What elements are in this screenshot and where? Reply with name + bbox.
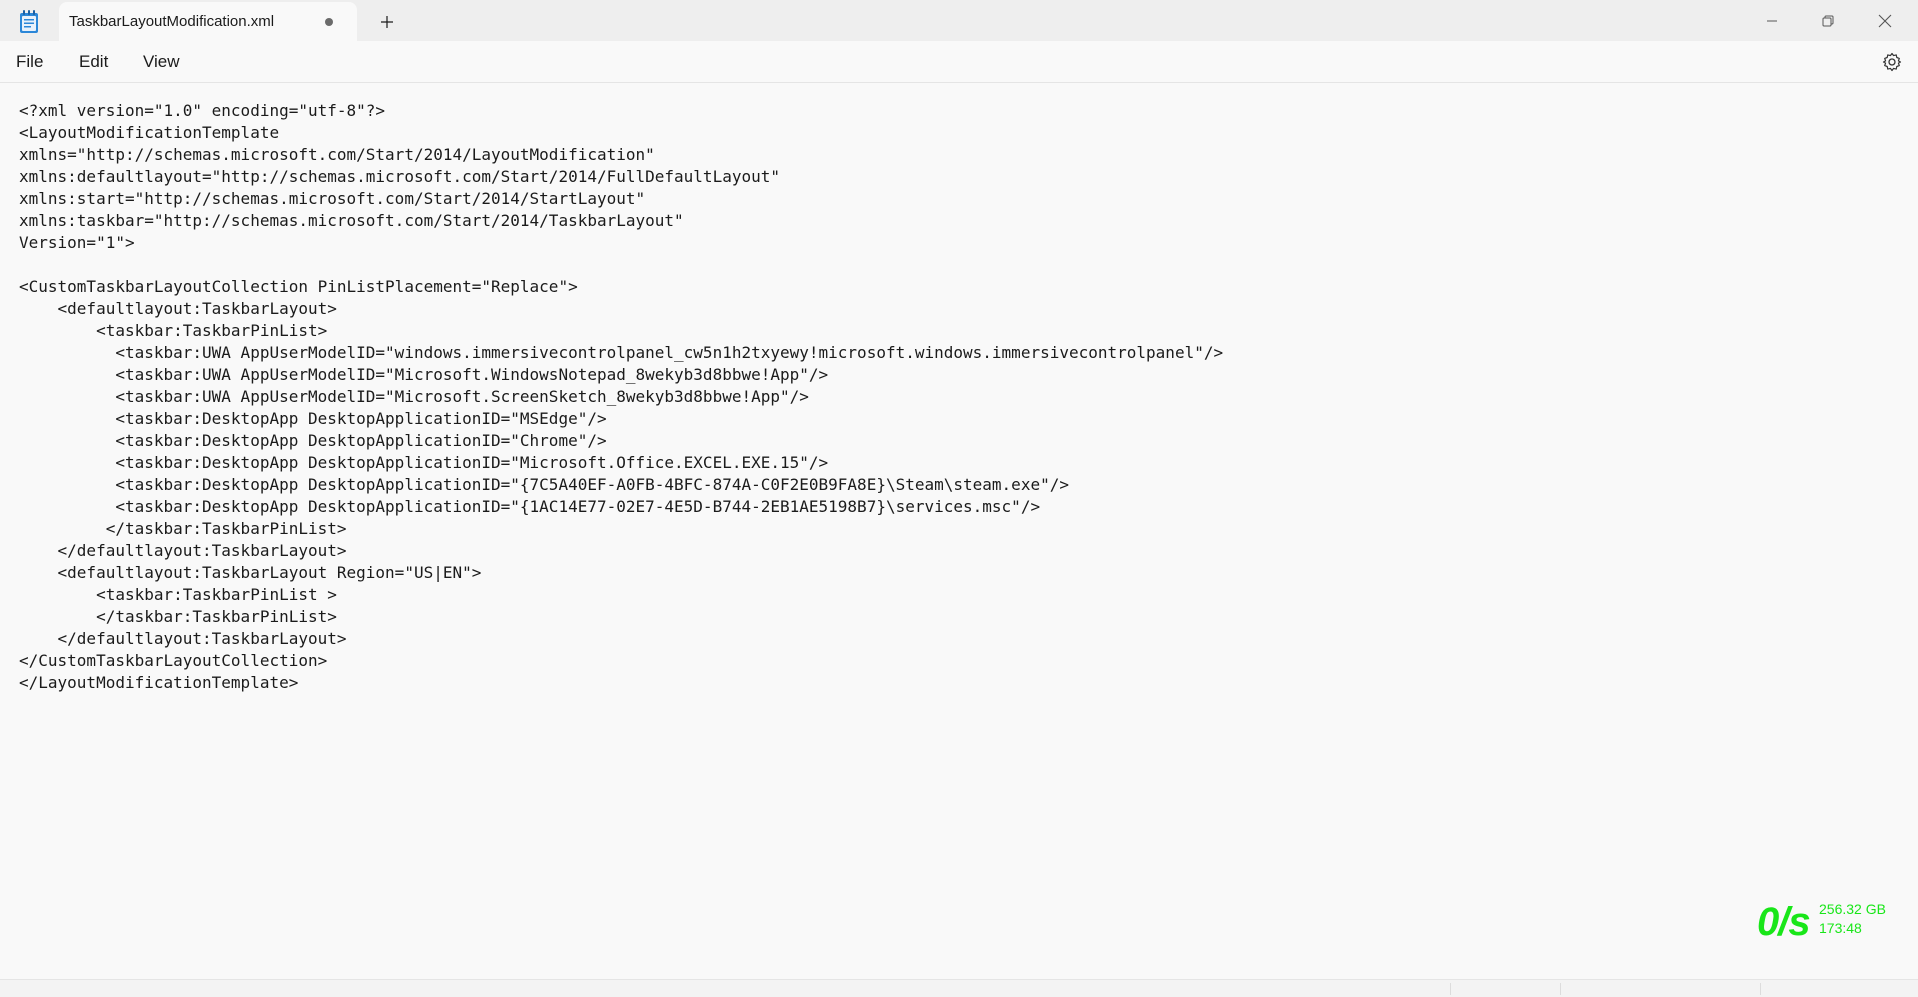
code-line: </LayoutModificationTemplate>	[19, 673, 299, 692]
code-line: </defaultlayout:TaskbarLayout>	[19, 629, 347, 648]
disk-usage: 256.32 GB	[1819, 901, 1886, 917]
close-button[interactable]	[1857, 0, 1913, 41]
new-tab-button[interactable]	[373, 8, 401, 36]
tab-file[interactable]: TaskbarLayoutModification.xml	[59, 2, 357, 41]
menu-file[interactable]: File	[16, 52, 43, 72]
code-line: <taskbar:UWA AppUserModelID="Microsoft.S…	[19, 387, 809, 406]
code-line: <defaultlayout:TaskbarLayout Region="US|…	[19, 563, 482, 582]
code-line: </defaultlayout:TaskbarLayout>	[19, 541, 347, 560]
code-line: Version="1">	[19, 233, 135, 252]
code-line: <taskbar:DesktopApp DesktopApplicationID…	[19, 409, 607, 428]
menu-bar: File Edit View	[0, 41, 1918, 83]
code-line: xmlns:defaultlayout="http://schemas.micr…	[19, 167, 780, 186]
code-line: <CustomTaskbarLayoutCollection PinListPl…	[19, 277, 578, 296]
code-line: <taskbar:UWA AppUserModelID="Microsoft.W…	[19, 365, 829, 384]
code-line: <taskbar:DesktopApp DesktopApplicationID…	[19, 431, 607, 450]
text-editor[interactable]: <?xml version="1.0" encoding="utf-8"?> <L…	[0, 83, 1918, 979]
network-speed: 0/s	[1757, 900, 1811, 944]
restore-button[interactable]	[1800, 0, 1856, 41]
close-icon	[1878, 14, 1892, 27]
title-bar: TaskbarLayoutModification.xml	[0, 0, 1918, 41]
code-line: xmlns:start="http://schemas.microsoft.co…	[19, 189, 646, 208]
code-line: <taskbar:TaskbarPinList >	[19, 585, 337, 604]
code-line: <defaultlayout:TaskbarLayout>	[19, 299, 337, 318]
code-line: <taskbar:TaskbarPinList>	[19, 321, 328, 340]
code-line: <taskbar:UWA AppUserModelID="windows.imm…	[19, 343, 1224, 362]
status-divider	[1760, 983, 1761, 995]
settings-button[interactable]	[1880, 50, 1904, 74]
gear-icon	[1882, 52, 1902, 72]
code-line: <LayoutModificationTemplate	[19, 123, 280, 142]
status-bar	[0, 979, 1918, 997]
network-monitor-overlay: 0/s 256.32 GB 173:48	[1757, 900, 1897, 944]
code-line: </taskbar:TaskbarPinList>	[19, 607, 337, 626]
restore-icon	[1822, 15, 1834, 26]
code-line: <taskbar:DesktopApp DesktopApplicationID…	[19, 497, 1041, 516]
editor-content[interactable]: <?xml version="1.0" encoding="utf-8"?> <L…	[19, 100, 1223, 694]
notepad-icon	[19, 10, 39, 34]
status-divider	[1450, 983, 1451, 995]
menu-edit[interactable]: Edit	[79, 52, 108, 72]
minimize-icon	[1767, 20, 1777, 21]
unsaved-dot-icon[interactable]	[325, 18, 333, 26]
code-line: xmlns:taskbar="http://schemas.microsoft.…	[19, 211, 684, 230]
code-line: xmlns="http://schemas.microsoft.com/Star…	[19, 145, 655, 164]
status-divider	[1560, 983, 1561, 995]
code-line: <?xml version="1.0" encoding="utf-8"?>	[19, 101, 386, 120]
minimize-button[interactable]	[1744, 0, 1800, 41]
code-line: <taskbar:DesktopApp DesktopApplicationID…	[19, 475, 1069, 494]
code-line: </taskbar:TaskbarPinList>	[19, 519, 347, 538]
menu-view[interactable]: View	[143, 52, 180, 72]
code-line: </CustomTaskbarLayoutCollection>	[19, 651, 328, 670]
uptime: 173:48	[1819, 920, 1862, 936]
plus-icon	[381, 16, 393, 28]
tab-title: TaskbarLayoutModification.xml	[69, 13, 275, 30]
code-line: <taskbar:DesktopApp DesktopApplicationID…	[19, 453, 829, 472]
